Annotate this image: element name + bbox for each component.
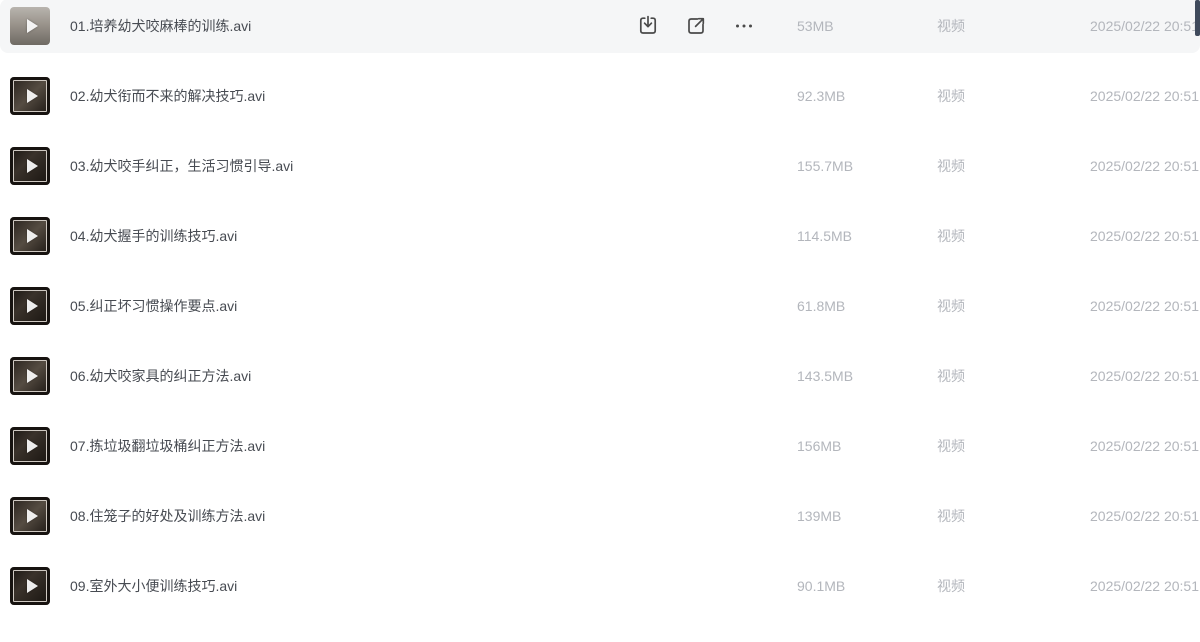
video-thumbnail[interactable]: [10, 567, 50, 605]
video-thumbnail[interactable]: [10, 357, 50, 395]
file-modified-date: 2025/02/22 20:51: [999, 158, 1200, 174]
file-type: 视频: [937, 506, 999, 526]
download-icon[interactable]: [635, 13, 661, 39]
play-icon: [27, 19, 38, 33]
file-row[interactable]: 05.纠正坏习惯操作要点.avi: [0, 271, 1200, 341]
file-name[interactable]: 07.拣垃圾翻垃圾桶纠正方法.avi: [70, 436, 615, 456]
file-size: 143.5MB: [797, 368, 897, 384]
file-type: 视频: [937, 226, 999, 246]
video-thumbnail[interactable]: [10, 7, 50, 45]
row-actions: [635, 13, 757, 39]
file-modified-date: 2025/02/22 20:51: [999, 298, 1200, 314]
file-modified-date: 2025/02/22 20:51: [999, 368, 1200, 384]
file-row[interactable]: 09.室外大小便训练技巧.avi: [0, 551, 1200, 621]
file-size: 139MB: [797, 508, 897, 524]
play-icon: [27, 439, 38, 453]
play-icon: [27, 229, 38, 243]
file-type: 视频: [937, 576, 999, 596]
file-name[interactable]: 05.纠正坏习惯操作要点.avi: [70, 296, 615, 316]
file-row[interactable]: 08.住笼子的好处及训练方法.avi: [0, 481, 1200, 551]
file-size: 156MB: [797, 438, 897, 454]
file-manager-viewport: 01.培养幼犬咬麻棒的训练.avi: [0, 0, 1200, 642]
file-name[interactable]: 08.住笼子的好处及训练方法.avi: [70, 506, 615, 526]
file-size: 61.8MB: [797, 298, 897, 314]
file-row[interactable]: 03.幼犬咬手纠正，生活习惯引导.avi: [0, 131, 1200, 201]
file-type: 视频: [937, 436, 999, 456]
play-icon: [27, 369, 38, 383]
file-modified-date: 2025/02/22 20:51: [999, 578, 1200, 594]
file-modified-date: 2025/02/22 20:51: [999, 88, 1200, 104]
file-modified-date: 2025/02/22 20:51: [999, 508, 1200, 524]
video-thumbnail[interactable]: [10, 287, 50, 325]
file-type: 视频: [937, 156, 999, 176]
file-size: 92.3MB: [797, 88, 897, 104]
file-row[interactable]: 04.幼犬握手的训练技巧.avi: [0, 201, 1200, 271]
video-thumbnail[interactable]: [10, 427, 50, 465]
file-type: 视频: [937, 296, 999, 316]
file-name[interactable]: 04.幼犬握手的训练技巧.avi: [70, 226, 615, 246]
more-icon[interactable]: [731, 13, 757, 39]
file-row[interactable]: 07.拣垃圾翻垃圾桶纠正方法.avi: [0, 411, 1200, 481]
video-thumbnail[interactable]: [10, 497, 50, 535]
file-size: 155.7MB: [797, 158, 897, 174]
file-name[interactable]: 03.幼犬咬手纠正，生活习惯引导.avi: [70, 156, 615, 176]
file-name[interactable]: 02.幼犬衔而不来的解决技巧.avi: [70, 86, 615, 106]
play-icon: [27, 509, 38, 523]
file-modified-date: 2025/02/22 20:51: [999, 438, 1200, 454]
file-row[interactable]: 01.培养幼犬咬麻棒的训练.avi: [0, 0, 1200, 61]
file-name[interactable]: 09.室外大小便训练技巧.avi: [70, 576, 615, 596]
file-row[interactable]: 06.幼犬咬家具的纠正方法.avi: [0, 341, 1200, 411]
file-name[interactable]: 06.幼犬咬家具的纠正方法.avi: [70, 366, 615, 386]
video-thumbnail[interactable]: [10, 77, 50, 115]
play-icon: [27, 159, 38, 173]
video-thumbnail[interactable]: [10, 147, 50, 185]
play-icon: [27, 89, 38, 103]
video-thumbnail[interactable]: [10, 217, 50, 255]
file-list: 01.培养幼犬咬麻棒的训练.avi: [0, 0, 1200, 621]
file-size: 114.5MB: [797, 228, 897, 244]
file-type: 视频: [937, 366, 999, 386]
file-modified-date: 2025/02/22 20:51: [999, 228, 1200, 244]
file-name[interactable]: 01.培养幼犬咬麻棒的训练.avi: [70, 16, 615, 36]
file-modified-date: 2025/02/22 20:51: [999, 18, 1200, 34]
file-size: 53MB: [797, 18, 897, 34]
file-type: 视频: [937, 16, 999, 36]
file-size: 90.1MB: [797, 578, 897, 594]
play-icon: [27, 299, 38, 313]
file-row[interactable]: 02.幼犬衔而不来的解决技巧.avi: [0, 61, 1200, 131]
play-icon: [27, 579, 38, 593]
scrollbar-thumb[interactable]: [1195, 0, 1200, 36]
share-icon[interactable]: [683, 13, 709, 39]
file-type: 视频: [937, 86, 999, 106]
